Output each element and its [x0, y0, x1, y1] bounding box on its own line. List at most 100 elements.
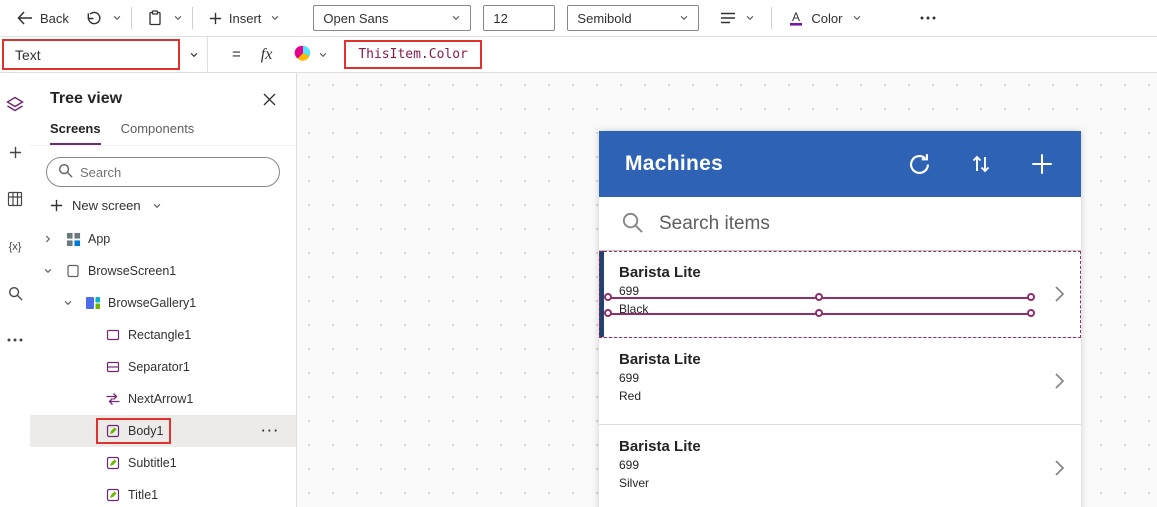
font-weight-chevron-icon: [679, 13, 689, 23]
toolbar-overflow-button[interactable]: [913, 12, 943, 24]
gallery-item-title: Barista Lite: [619, 438, 701, 455]
font-size-select[interactable]: 12: [483, 5, 556, 31]
resize-handle[interactable]: [604, 293, 612, 301]
more-icon[interactable]: [4, 330, 26, 350]
gallery-item-chevron-icon[interactable]: [1053, 371, 1065, 391]
data-icon[interactable]: [4, 189, 26, 209]
property-chevron-icon[interactable]: [180, 36, 208, 73]
tree-view-panel: Tree view Screens Components New screen …: [30, 73, 297, 507]
gallery-item[interactable]: Barista Lite 699 Black: [599, 251, 1081, 338]
tree-item-icon: [64, 263, 82, 279]
font-weight-value: Semibold: [577, 10, 632, 26]
paste-dropdown-chevron-icon[interactable]: [173, 13, 183, 23]
app-search-bar[interactable]: Search items: [599, 197, 1081, 251]
paste-icon: [148, 10, 162, 26]
tree-item-label: Body1: [128, 424, 164, 438]
insert-plus-icon: [209, 12, 222, 25]
tree-view-tabs: Screens Components: [30, 121, 296, 146]
tree-expand-chevron-icon[interactable]: [60, 298, 76, 308]
gallery-item-chevron-icon[interactable]: [1053, 458, 1065, 478]
search-icon: [58, 163, 73, 181]
canvas[interactable]: Machines Search items Barista Lite 699 B…: [297, 73, 1157, 507]
gallery-item-chevron-icon[interactable]: [1053, 284, 1065, 304]
property-select[interactable]: Text: [2, 39, 180, 70]
back-label: Back: [40, 10, 69, 26]
undo-dropdown-chevron-icon[interactable]: [112, 13, 122, 23]
tree-search-input[interactable]: [80, 164, 268, 180]
search-icon: [621, 211, 644, 237]
fx-icon: fx: [260, 45, 273, 63]
add-icon[interactable]: [1029, 151, 1055, 177]
formula-input[interactable]: ThisItem.Color: [344, 40, 482, 69]
font-family-select[interactable]: Open Sans: [313, 5, 472, 31]
insert-button[interactable]: Insert: [202, 7, 288, 30]
formula-bar: Text = fx ThisItem.Color: [0, 36, 1157, 73]
top-toolbar: Back Insert Open Sans 12 Semibold A Colo…: [0, 0, 1157, 37]
font-family-chevron-icon: [451, 13, 461, 23]
gallery-item[interactable]: Barista Lite 699 Silver: [599, 425, 1081, 507]
app-preview: Machines Search items Barista Lite 699 B…: [599, 131, 1081, 507]
tree-view-title: Tree view: [50, 90, 123, 107]
toolbar-divider: [130, 7, 132, 29]
tree-item[interactable]: Rectangle1: [30, 319, 296, 351]
tree-item[interactable]: Title1: [30, 479, 296, 507]
tree-expand-chevron-icon[interactable]: [40, 234, 56, 244]
text-align-chevron-icon: [745, 13, 755, 23]
gallery-item-title: Barista Lite: [619, 351, 701, 368]
insert-dropdown-chevron-icon: [270, 13, 280, 23]
tree-item[interactable]: NextArrow1: [30, 383, 296, 415]
tree-view-icon[interactable]: [4, 95, 26, 115]
tree-expand-chevron-icon[interactable]: [40, 266, 56, 276]
app-header-title: Machines: [625, 152, 724, 175]
color-label: Color: [811, 10, 843, 26]
tree-item-label: NextArrow1: [128, 392, 194, 406]
refresh-icon[interactable]: [906, 151, 933, 178]
data-source-icon: [294, 44, 312, 65]
tree-list: App BrowseScreen1 BrowseGallery1 Rectang…: [30, 223, 296, 507]
insert-label: Insert: [228, 10, 262, 26]
tree-item[interactable]: Subtitle1: [30, 447, 296, 479]
new-screen-chevron-icon: [152, 201, 162, 211]
tab-screens[interactable]: Screens: [50, 121, 101, 145]
tree-item-label: Title1: [128, 488, 159, 502]
sort-icon[interactable]: [969, 151, 993, 177]
font-weight-select[interactable]: Semibold: [567, 5, 700, 31]
tree-item-label: Separator1: [128, 360, 190, 374]
app-header: Machines: [599, 131, 1081, 197]
variables-icon[interactable]: {x}: [4, 236, 26, 256]
color-chevron-icon: [852, 13, 862, 23]
color-button[interactable]: A Color: [781, 6, 868, 31]
tree-item-overflow-button[interactable]: ···: [262, 424, 281, 438]
tree-item[interactable]: Body1 ···: [30, 415, 296, 447]
text-align-button[interactable]: [713, 8, 762, 28]
gallery-item-title: Barista Lite: [619, 264, 701, 281]
gallery-item-body: Red: [619, 389, 642, 403]
tree-item-label: App: [88, 232, 111, 246]
new-screen-button[interactable]: New screen: [30, 191, 296, 220]
tree-item[interactable]: BrowseScreen1: [30, 255, 296, 287]
paste-button[interactable]: [141, 6, 169, 30]
resize-handle[interactable]: [604, 309, 612, 317]
tree-item[interactable]: App: [30, 223, 296, 255]
search-icon[interactable]: [4, 283, 26, 303]
formula-text: ThisItem.Color: [358, 47, 468, 62]
tree-item-icon: [104, 455, 122, 471]
tree-item[interactable]: Separator1: [30, 351, 296, 383]
tree-item-icon: [84, 295, 102, 311]
font-family-value: Open Sans: [323, 10, 389, 26]
tree-item[interactable]: BrowseGallery1: [30, 287, 296, 319]
close-icon[interactable]: [263, 93, 276, 106]
gallery-item[interactable]: Barista Lite 699 Red: [599, 338, 1081, 425]
gallery-item-body: Silver: [619, 476, 650, 490]
tab-components[interactable]: Components: [121, 121, 195, 145]
more-icon: [920, 16, 936, 20]
data-source-button[interactable]: [294, 44, 328, 65]
undo-icon: [85, 11, 101, 26]
insert-icon[interactable]: [4, 142, 26, 162]
left-rail: {x}: [0, 73, 30, 507]
font-size-value: 12: [493, 10, 508, 26]
undo-button[interactable]: [78, 7, 108, 30]
back-button[interactable]: Back: [10, 7, 76, 30]
toolbar-divider: [191, 7, 193, 29]
tree-search[interactable]: [46, 157, 280, 187]
